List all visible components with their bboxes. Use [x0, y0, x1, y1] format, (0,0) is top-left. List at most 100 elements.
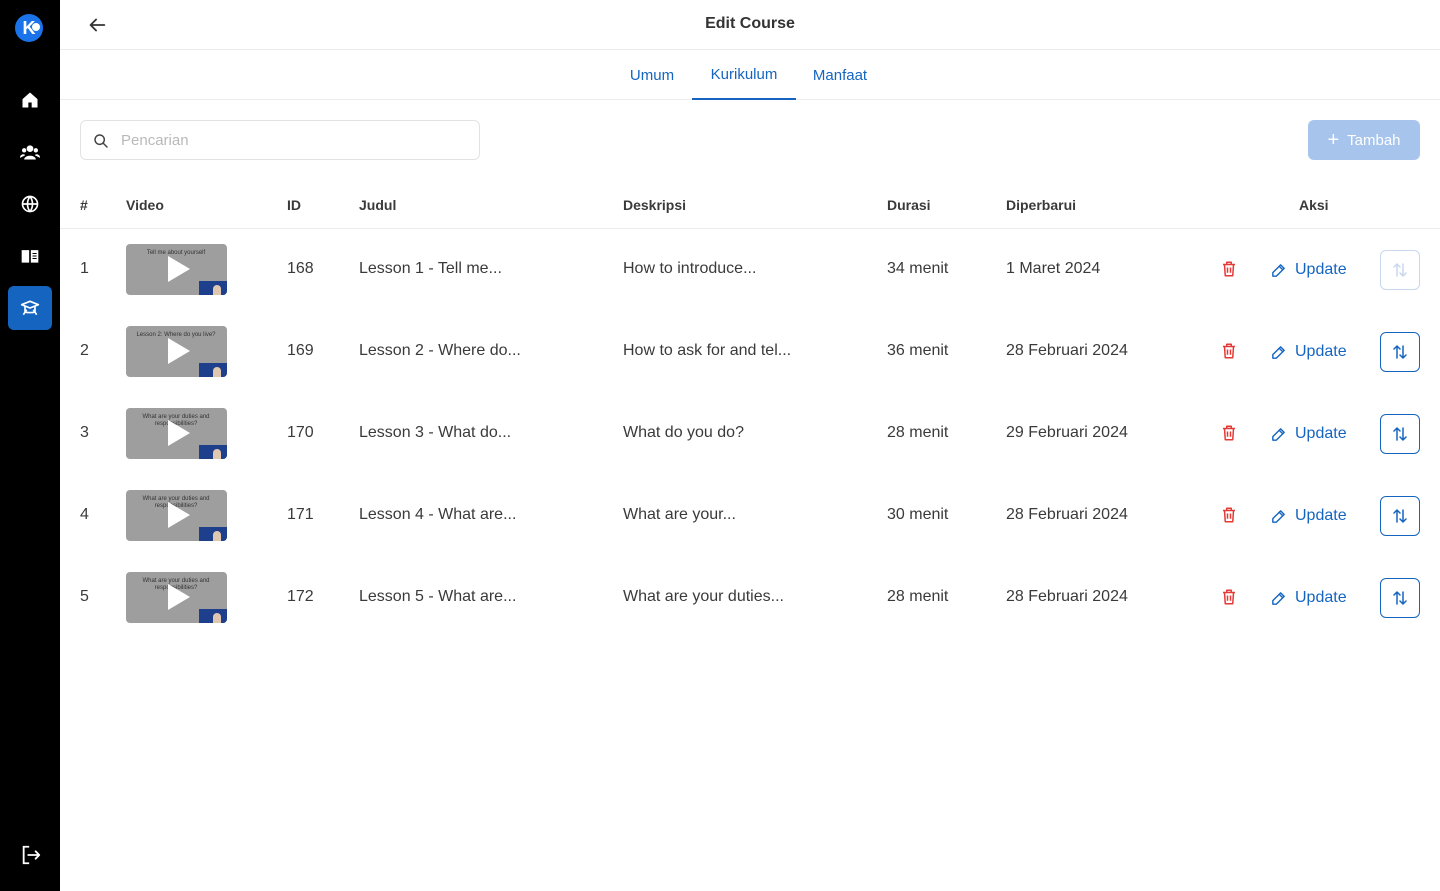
sort-arrows-icon: [1391, 425, 1409, 443]
video-thumbnail[interactable]: Tell me about yourself: [126, 244, 227, 295]
video-thumbnail[interactable]: What are your duties and responsibilitie…: [126, 572, 227, 623]
row-id: 170: [287, 424, 314, 441]
sort-arrows-icon: [1391, 343, 1409, 361]
row-id: 168: [287, 260, 314, 277]
video-thumbnail[interactable]: What are your duties and responsibilitie…: [126, 490, 227, 541]
row-id: 169: [287, 342, 314, 359]
pencil-icon: [1270, 508, 1287, 525]
row-description: What are your duties...: [623, 588, 784, 605]
row-duration: 36 menit: [887, 342, 949, 359]
reorder-button[interactable]: [1380, 496, 1420, 536]
sidebar-item-book[interactable]: [8, 234, 52, 278]
row-number: 1: [80, 260, 89, 277]
graduation-icon: [20, 300, 40, 316]
update-button[interactable]: Update: [1270, 504, 1347, 528]
column-header-duration: Durasi: [887, 197, 931, 213]
trash-icon: [1220, 343, 1238, 365]
column-header-video: Video: [126, 197, 164, 213]
sidebar-item-home[interactable]: [8, 78, 52, 122]
reorder-button[interactable]: [1380, 414, 1420, 454]
table-row: 1 Tell me about yourself 168 Lesson 1 - Tel…: [60, 229, 1440, 311]
row-duration: 30 menit: [887, 506, 949, 523]
update-label: Update: [1295, 425, 1347, 442]
plus-icon: +: [1327, 129, 1340, 151]
table-row: 5 What are your duties and responsibiliti…: [60, 557, 1440, 639]
table-header: # Video ID Judul Deskripsi Durasi Diperb…: [60, 180, 1440, 229]
main-content: Edit Course Umum Kurikulum Manfaat + Tam…: [60, 0, 1440, 891]
row-title: Lesson 1 - Tell me...: [359, 260, 502, 277]
table-row: 4 What are your duties and responsibiliti…: [60, 475, 1440, 557]
add-button[interactable]: + Tambah: [1308, 120, 1420, 160]
presenter-avatar: [199, 363, 227, 377]
trash-icon: [1220, 261, 1238, 283]
reorder-button[interactable]: [1380, 332, 1420, 372]
column-header-updated: Diperbarui: [1006, 197, 1077, 213]
row-id: 171: [287, 506, 314, 523]
update-button[interactable]: Update: [1270, 340, 1347, 364]
update-label: Update: [1295, 343, 1347, 360]
column-header-description: Deskripsi: [623, 197, 687, 213]
reorder-button[interactable]: [1380, 250, 1420, 290]
delete-button[interactable]: [1220, 423, 1238, 443]
column-header-actions: Aksi: [1299, 197, 1329, 213]
video-thumbnail[interactable]: What are your duties and responsibilitie…: [126, 408, 227, 459]
column-header-id: ID: [287, 197, 301, 213]
pencil-icon: [1270, 426, 1287, 443]
reorder-button[interactable]: [1380, 578, 1420, 618]
delete-button[interactable]: [1220, 259, 1238, 279]
book-icon: [21, 250, 39, 263]
row-duration: 34 menit: [887, 260, 949, 277]
sidebar-item-users[interactable]: [8, 130, 52, 174]
page-title: Edit Course: [705, 15, 795, 32]
trash-icon: [1220, 507, 1238, 529]
sidebar-item-globe[interactable]: [8, 182, 52, 226]
row-duration: 28 menit: [887, 424, 949, 441]
globe-icon: [21, 195, 39, 213]
row-description: How to introduce...: [623, 260, 757, 277]
update-label: Update: [1295, 589, 1347, 606]
search-input[interactable]: [121, 121, 471, 159]
delete-button[interactable]: [1220, 587, 1238, 607]
presenter-avatar: [199, 281, 227, 295]
sort-arrows-icon: [1391, 507, 1409, 525]
play-icon: [168, 256, 190, 282]
pencil-icon: [1270, 262, 1287, 279]
update-button[interactable]: Update: [1270, 258, 1347, 282]
update-label: Update: [1295, 507, 1347, 524]
row-number: 2: [80, 342, 89, 359]
play-icon: [168, 584, 190, 610]
users-icon: [20, 145, 40, 160]
row-title: Lesson 4 - What are...: [359, 506, 517, 523]
presenter-avatar: [199, 527, 227, 541]
sidebar-item-courses[interactable]: [8, 286, 52, 330]
presenter-avatar: [199, 445, 227, 459]
play-icon: [168, 420, 190, 446]
row-title: Lesson 3 - What do...: [359, 424, 512, 441]
row-updated: 28 Februari 2024: [1006, 588, 1128, 605]
row-number: 5: [80, 588, 89, 605]
logout-icon[interactable]: [20, 844, 42, 866]
update-button[interactable]: Update: [1270, 422, 1347, 446]
row-title: Lesson 2 - Where do...: [359, 342, 521, 359]
pencil-icon: [1270, 344, 1287, 361]
video-thumbnail[interactable]: Lesson 2: Where do you live?: [126, 326, 227, 377]
pencil-icon: [1270, 590, 1287, 607]
logo-letter: K: [22, 17, 36, 38]
row-updated: 28 Februari 2024: [1006, 506, 1128, 523]
update-button[interactable]: Update: [1270, 586, 1347, 610]
delete-button[interactable]: [1220, 341, 1238, 361]
tab-umum[interactable]: Umum: [622, 50, 682, 100]
top-bar: Edit Course: [60, 0, 1440, 50]
table-row: 2 Lesson 2: Where do you live? 169 Lesson 2…: [60, 311, 1440, 393]
column-header-title: Judul: [359, 197, 397, 213]
play-icon: [168, 338, 190, 364]
tab-kurikulum[interactable]: Kurikulum: [692, 50, 796, 100]
search-box: [80, 120, 480, 160]
delete-button[interactable]: [1220, 505, 1238, 525]
row-description: What are your...: [623, 506, 736, 523]
search-icon: [94, 134, 108, 148]
app-logo[interactable]: K: [15, 14, 43, 42]
tab-manfaat[interactable]: Manfaat: [806, 50, 874, 100]
add-button-label: Tambah: [1347, 131, 1401, 149]
sidebar: K: [0, 0, 60, 891]
